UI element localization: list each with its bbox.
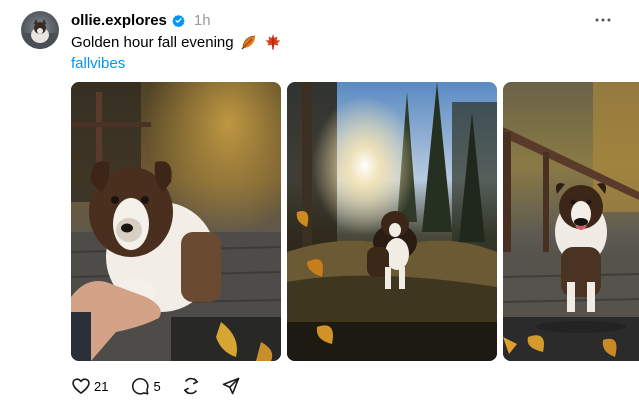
more-options-button[interactable] — [592, 10, 614, 30]
avatar[interactable] — [21, 11, 59, 49]
send-icon — [222, 377, 239, 395]
like-count: 21 — [94, 378, 109, 394]
dog-on-bridge-photo[interactable] — [503, 82, 639, 361]
more-dots-icon — [595, 18, 611, 22]
comment-icon — [132, 377, 149, 395]
hashtag-link[interactable]: fallvibes — [71, 55, 125, 72]
post-timestamp[interactable]: 1h — [194, 12, 211, 29]
repost-button[interactable] — [181, 376, 201, 396]
reply-button[interactable]: 5 — [130, 376, 161, 396]
post-actions: 21 5 — [71, 375, 255, 397]
share-button[interactable] — [221, 376, 241, 396]
post-header: ollie.explores 1h — [71, 10, 211, 30]
post-caption: Golden hour fall evening — [71, 33, 282, 51]
maple-leaf-icon — [264, 33, 282, 51]
like-button[interactable]: 21 — [71, 376, 108, 396]
dog-paw-in-hand-photo[interactable] — [71, 82, 281, 361]
reply-count: 5 — [153, 378, 161, 394]
username-link[interactable]: ollie.explores — [71, 12, 167, 29]
caption-text: Golden hour fall evening — [71, 33, 234, 51]
heart-icon — [72, 378, 90, 394]
fallen-leaf-icon — [240, 33, 258, 51]
verified-badge-icon — [172, 14, 185, 27]
repost-icon — [183, 377, 198, 395]
dog-in-grass-sunset-photo[interactable] — [287, 82, 497, 361]
